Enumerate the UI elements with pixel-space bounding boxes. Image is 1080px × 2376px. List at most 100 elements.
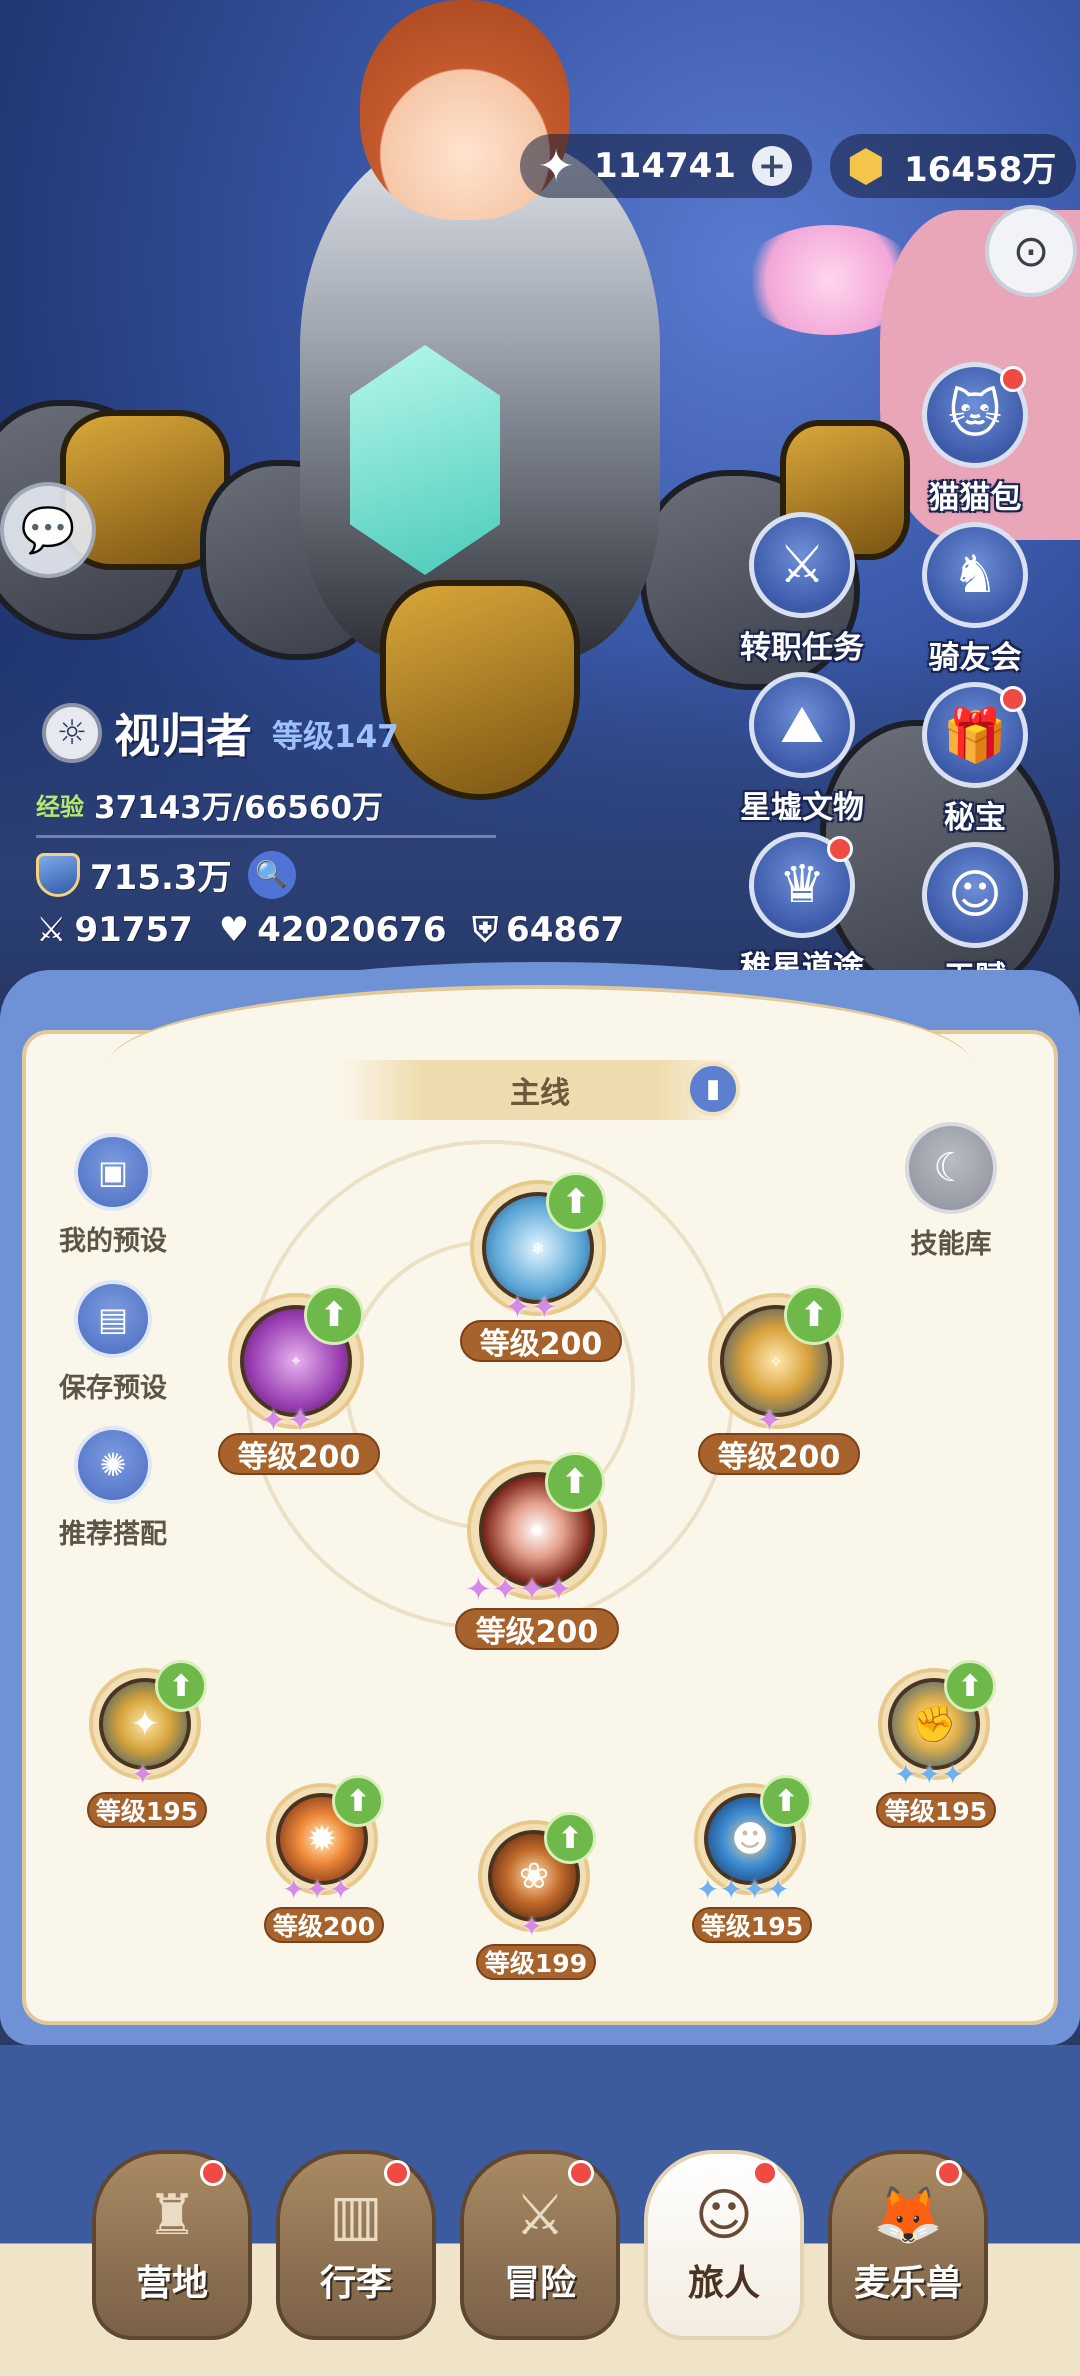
gold-currency: ⬢ 16458万 [829,134,1077,198]
notification-dot [827,836,853,862]
skill-level: 等级195 [87,1792,207,1828]
gold-value: 16458万 [903,149,1057,190]
skill-node-left[interactable]: ⌖ ⬆ ✦ ✦ 等级200 [218,1285,380,1475]
skill-node-b1[interactable]: ✦ ⬆ ✦ 等级195 [85,1660,215,1830]
menu-label: 星墟文物 [740,790,864,826]
star-rating: ✦ [520,1910,544,1943]
add-star-button[interactable]: + [751,146,792,186]
upgrade-arrow-icon[interactable]: ⬆ [784,1285,844,1345]
nav-label: 冒险 [503,2263,576,2304]
fox-pet-icon: 🦊 [873,2183,943,2248]
star-rating: ✦ ✦ ✦ ✦ [696,1873,790,1906]
nav-traveler[interactable]: ☺ 旅人 [644,2150,804,2340]
save-preset-button[interactable]: ▤ 保存预设 [38,1280,188,1405]
menu-label: 转职任务 [740,630,864,666]
star-rating: ✦ ✦ ✦ [282,1873,353,1906]
star-crystal-icon: ✦ [537,140,575,192]
star-rating: ✦ [131,1758,155,1791]
chat-bubble-icon: 💬 [20,505,76,556]
star-rating: ✦ ✦ ✦ [894,1758,965,1791]
stats-row: ⚔ 91757 ♥ 42020676 ⛨ 64867 [36,910,650,950]
side-menu-left: ⚔ 转职任务 ⛰ 星墟文物 ♛ 稚星道途 [717,512,887,992]
recommend-button[interactable]: ✺ 推荐搭配 [38,1426,188,1551]
skill-node-b5[interactable]: ✊ ⬆ ✦ ✦ ✦ 等级195 [874,1660,1004,1830]
hp-value: 42020676 [257,910,447,950]
skill-level: 等级199 [476,1944,596,1980]
skill-node-b3[interactable]: ❀ ⬆ ✦ 等级199 [474,1812,604,1982]
skill-library-button[interactable]: ☾ 技能库 [876,1122,1026,1261]
gold-coin-icon: ⬢ [846,140,886,192]
notification-dot [1000,686,1026,712]
my-preset-label: 我的预设 [59,1226,167,1257]
menu-label: 猫猫包 [928,480,1022,516]
defense-value: 64867 [506,910,625,950]
save-preset-label: 保存预设 [59,1373,167,1404]
search-icon[interactable]: 🔍 [247,850,296,899]
menu-rider-club[interactable]: ♞ 骑友会 [890,522,1060,682]
menu-artifact[interactable]: ⛰ 星墟文物 [717,672,887,832]
side-menu-right: 🐱 猫猫包 ♞ 骑友会 🎁 秘宝 ☺ 天赋 [890,362,1060,1002]
skill-node-b4[interactable]: ☻ ⬆ ✦ ✦ ✦ ✦ 等级195 [690,1775,820,1945]
skill-level: 等级200 [218,1433,380,1475]
notification-dot [752,2160,778,2186]
skill-level: 等级200 [460,1320,622,1362]
nav-bag[interactable]: ▥ 行李 [276,2150,436,2340]
nav-label: 行李 [319,2263,392,2304]
exp-row: 经验 37143万/66560万 [36,782,383,827]
traveler-avatar-icon: ☺ [694,2183,754,2248]
menu-star-path[interactable]: ♛ 稚星道途 [717,832,887,992]
defense-stat: ⛨ 64867 [473,910,625,950]
robot-icon: ⊙ [1012,225,1050,277]
upgrade-arrow-icon[interactable]: ⬆ [304,1285,364,1345]
swords-icon: ⚔ [36,910,67,950]
tab-main-quest[interactable]: 主线 [342,1060,738,1120]
divider [36,835,496,838]
robot-menu-button[interactable]: ⊙ [985,205,1077,297]
skill-level: 等级195 [876,1792,996,1828]
player-name-row[interactable]: ☼ 视归者 等级147 [42,700,399,766]
backpack-icon: ▥ [329,2183,383,2248]
menu-class-change[interactable]: ⚔ 转职任务 [717,512,887,672]
mech-head [380,580,580,800]
exp-value: 37143万/66560万 [94,790,384,826]
notification-dot [936,2160,962,2186]
notification-dot [384,2160,410,2186]
castle-icon: ♜ [146,2183,198,2248]
nav-label: 麦乐兽 [853,2263,962,2304]
notification-dot [200,2160,226,2186]
skill-node-top[interactable]: ❄ ⬆ ✦ ✦ 等级200 [460,1172,622,1362]
heart-icon: ♥ [218,910,250,950]
artifact-icon: ⛰ [749,672,855,778]
upgrade-arrow-icon[interactable]: ⬆ [546,1172,606,1232]
star-value: 114741 [594,146,736,186]
my-preset-button[interactable]: ▣ 我的预设 [38,1133,188,1258]
skill-level: 等级200 [455,1608,619,1650]
power-row: 715.3万 🔍 [36,850,296,899]
upgrade-arrow-icon[interactable]: ⬆ [155,1660,207,1712]
shield-icon: ⛨ [472,910,499,950]
nav-camp[interactable]: ♜ 营地 [92,2150,252,2340]
upgrade-arrow-icon[interactable]: ⬆ [332,1775,384,1827]
chat-button[interactable]: 💬 [0,482,96,578]
nav-adventure[interactable]: ⚔ 冒险 [460,2150,620,2340]
book-icon[interactable]: ▮ [686,1062,740,1116]
nav-pet[interactable]: 🦊 麦乐兽 [828,2150,988,2340]
skill-node-b2[interactable]: ✹ ⬆ ✦ ✦ ✦ 等级200 [262,1775,392,1945]
menu-treasure[interactable]: 🎁 秘宝 [890,682,1060,842]
menu-cat-bag[interactable]: 🐱 猫猫包 [890,362,1060,522]
tab-label: 主线 [510,1076,570,1111]
skill-library-label: 技能库 [910,1229,992,1260]
upgrade-arrow-icon[interactable]: ⬆ [545,1452,605,1512]
menu-label: 秘宝 [944,800,1006,836]
crossed-swords-icon: ⚔ [514,2183,566,2248]
upgrade-arrow-icon[interactable]: ⬆ [944,1660,996,1712]
class-emblem-icon: ☼ [42,703,102,763]
brain-head-icon: ☺ [922,842,1028,948]
skill-node-center[interactable]: ✺ ⬆ ✦ ✦ ✦ ✦ 等级200 [455,1452,625,1652]
attack-value: 91757 [74,910,193,950]
shield-icon [36,852,80,897]
upgrade-arrow-icon[interactable]: ⬆ [760,1775,812,1827]
recommend-label: 推荐搭配 [59,1519,167,1550]
skill-node-right[interactable]: ✧ ⬆ ✦ 等级200 [698,1285,860,1475]
upgrade-arrow-icon[interactable]: ⬆ [544,1812,596,1864]
